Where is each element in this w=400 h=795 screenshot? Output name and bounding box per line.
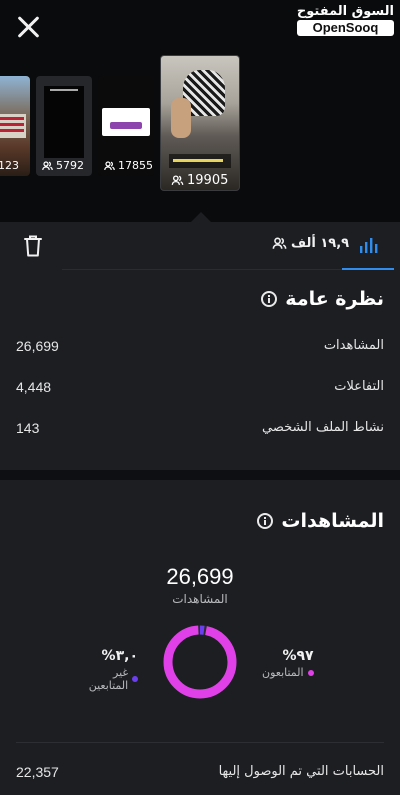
views-total: 26,699: [166, 564, 234, 589]
legend-non-followers: ٣,٠% غير المتابعين: [72, 648, 138, 692]
divider: [16, 742, 384, 743]
tab-followers-label: ١٩,٩ ألف: [291, 236, 350, 251]
accounts-reached-value: 22,357: [16, 764, 59, 780]
section-separator: [0, 470, 400, 480]
overview-value: 4,448: [16, 379, 52, 395]
story-view-count: 19905: [171, 173, 228, 188]
donut-followers-arc: [163, 625, 237, 699]
trash-icon[interactable]: [22, 234, 44, 258]
followers-percent: ٩٧%: [282, 648, 314, 664]
selection-caret: [191, 212, 211, 222]
story-view-count: 17855: [104, 159, 153, 172]
overview-title: نظرة عامة: [261, 288, 384, 310]
non-followers-dot: [132, 676, 138, 682]
overview-label: نشاط الملف الشخصي: [262, 420, 384, 435]
people-icon: [104, 160, 115, 170]
views-title: المشاهدات: [257, 510, 384, 532]
story-thumbnail[interactable]: 123: [0, 76, 30, 176]
accounts-reached-row[interactable]: 22,357 الحسابات التي تم الوصول إليها: [16, 764, 384, 784]
overview-row[interactable]: 143 نشاط الملف الشخصي: [16, 420, 384, 440]
followers-label: المتابعون: [262, 666, 304, 679]
views-section: المشاهدات 26,699 المشاهدات ٩٧% المتابعون…: [0, 480, 400, 795]
overview-row[interactable]: 26,699 المشاهدات: [16, 338, 384, 358]
people-icon: [42, 160, 53, 170]
followers-donut-chart: [163, 625, 237, 699]
legend-followers: ٩٧% المتابعون: [262, 648, 314, 679]
tab-insights[interactable]: [342, 222, 394, 270]
story-thumbnail[interactable]: 5792: [36, 76, 92, 176]
watermark-logo: السوق المفتوح OpenSooq: [296, 4, 394, 36]
overview-label: المشاهدات: [323, 338, 384, 353]
people-icon: [272, 237, 287, 249]
tab-followers[interactable]: ١٩,٩ ألف: [272, 236, 349, 251]
non-followers-label: غير المتابعين: [88, 666, 129, 692]
overview-row[interactable]: 4,448 التفاعلات: [16, 379, 384, 399]
close-icon[interactable]: [14, 12, 44, 42]
views-title-text: المشاهدات: [281, 510, 384, 532]
stories-strip: السوق المفتوح OpenSooq 123 5792 17855 19…: [0, 0, 400, 222]
story-thumbnail-selected[interactable]: 19905: [160, 55, 240, 191]
overview-label: التفاعلات: [334, 379, 384, 394]
bar-chart-icon: [360, 238, 378, 253]
info-icon[interactable]: [257, 513, 274, 529]
overview-title-text: نظرة عامة: [285, 288, 384, 310]
views-total-label: المشاهدات: [172, 592, 228, 606]
story-thumbnail[interactable]: 17855: [98, 76, 154, 176]
overview-value: 26,699: [16, 338, 59, 354]
insights-tabs: ١٩,٩ ألف: [0, 222, 400, 270]
followers-dot: [307, 669, 314, 676]
info-icon[interactable]: [261, 291, 278, 307]
watermark-brand: OpenSooq: [296, 20, 394, 36]
accounts-reached-label: الحسابات التي تم الوصول إليها: [218, 764, 384, 779]
watermark-arabic: السوق المفتوح: [296, 4, 394, 19]
story-view-count: 5792: [42, 159, 84, 172]
story-view-count: 123: [0, 159, 19, 172]
non-followers-percent: ٣,٠%: [101, 648, 138, 664]
overview-section: نظرة عامة 26,699 المشاهدات 4,448 التفاعل…: [0, 270, 400, 470]
overview-value: 143: [16, 420, 40, 436]
people-icon: [171, 175, 184, 185]
